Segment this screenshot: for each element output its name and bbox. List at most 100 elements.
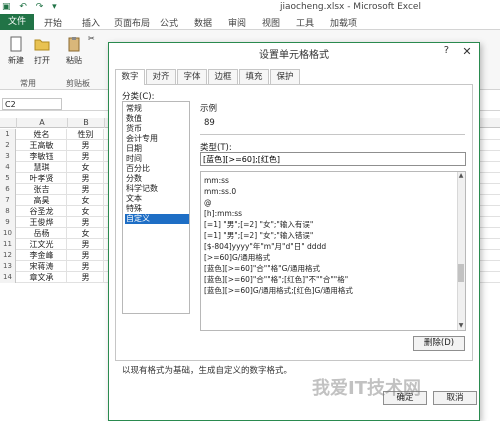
category-item[interactable]: 货币 <box>125 124 189 134</box>
row-number[interactable]: 13 <box>0 261 16 272</box>
cell-name[interactable]: 章文承 <box>17 272 67 283</box>
cell-name[interactable]: 叶孝贤 <box>17 173 67 184</box>
category-item[interactable]: 数值 <box>125 114 189 124</box>
category-item[interactable]: 文本 <box>125 194 189 204</box>
tab-file[interactable]: 文件 <box>0 14 34 30</box>
format-code-item[interactable]: [$-804]yyyy"年"m"月"d"日" dddd <box>204 241 326 252</box>
format-code-list[interactable]: mm:ss mm:ss.0 @ [h]:mm:ss [=1] "男";[=2] "女";… <box>200 171 466 331</box>
category-item[interactable]: 日期 <box>125 144 189 154</box>
cell-gender[interactable]: 女 <box>68 195 104 206</box>
row-number[interactable]: 11 <box>0 239 16 250</box>
type-input[interactable] <box>200 152 466 166</box>
format-list-scrollbar[interactable]: ▲ ▼ <box>457 172 465 330</box>
row-number[interactable]: 4 <box>0 162 16 173</box>
new-button[interactable]: 新建 <box>4 36 28 66</box>
category-item[interactable]: 科学记数 <box>125 184 189 194</box>
cut-icon[interactable]: ✂ <box>88 34 95 43</box>
cell-name[interactable]: 王高敏 <box>17 140 67 151</box>
category-item[interactable]: 特殊 <box>125 204 189 214</box>
cell-gender[interactable]: 男 <box>68 140 104 151</box>
help-button[interactable]: ? <box>444 45 449 56</box>
cell-name[interactable]: 江文光 <box>17 239 67 250</box>
tab-alignment[interactable]: 对齐 <box>146 69 176 84</box>
row-number[interactable]: 5 <box>0 173 16 184</box>
format-code-item[interactable]: [h]:mm:ss <box>204 208 242 219</box>
scroll-up-arrow-icon[interactable]: ▲ <box>457 172 465 180</box>
tab-font[interactable]: 字体 <box>177 69 207 84</box>
tab-page-layout[interactable]: 页面布局 <box>114 16 150 29</box>
tab-number[interactable]: 数字 <box>115 69 145 85</box>
select-all-corner[interactable] <box>0 118 17 128</box>
paste-button[interactable]: 粘贴 <box>62 36 86 66</box>
category-item[interactable]: 自定义 <box>125 214 189 224</box>
cell-gender[interactable]: 男 <box>68 272 104 283</box>
cell-gender[interactable]: 男 <box>68 261 104 272</box>
tab-view[interactable]: 视图 <box>262 16 280 29</box>
format-code-item[interactable]: mm:ss <box>204 175 229 186</box>
cell-gender[interactable]: 男 <box>68 151 104 162</box>
row-number[interactable]: 8 <box>0 206 16 217</box>
tab-insert[interactable]: 插入 <box>82 16 100 29</box>
category-item[interactable]: 时间 <box>125 154 189 164</box>
cell-name[interactable]: 谷圣龙 <box>17 206 67 217</box>
format-code-item[interactable]: @ <box>204 197 212 208</box>
format-code-item[interactable]: [蓝色][>=60]"合""格"G/通用格式 <box>204 263 320 274</box>
row-number[interactable]: 7 <box>0 195 16 206</box>
open-button[interactable]: 打开 <box>30 36 54 66</box>
cell-gender[interactable]: 女 <box>68 206 104 217</box>
cancel-button[interactable]: 取消 <box>433 391 477 405</box>
column-header-b[interactable]: B <box>68 118 105 128</box>
row-number[interactable]: 10 <box>0 228 16 239</box>
cell-gender[interactable]: 男 <box>68 173 104 184</box>
row-number[interactable]: 12 <box>0 250 16 261</box>
tab-review[interactable]: 审阅 <box>228 16 246 29</box>
format-code-item[interactable]: [=1] "男";[=2] "女";"输入有误" <box>204 219 313 230</box>
format-code-item[interactable]: mm:ss.0 <box>204 186 236 197</box>
tab-tools[interactable]: 工具 <box>296 16 314 29</box>
scroll-thumb[interactable] <box>458 264 464 282</box>
cell-gender[interactable]: 男 <box>68 239 104 250</box>
cell-gender[interactable]: 女 <box>68 162 104 173</box>
cell-gender[interactable]: 男 <box>68 250 104 261</box>
format-code-item[interactable]: [=1] "男";[=2] "女";"输入错误" <box>204 230 313 241</box>
scroll-down-arrow-icon[interactable]: ▼ <box>457 322 465 330</box>
cell-gender[interactable]: 性别 <box>68 129 104 140</box>
delete-button[interactable]: 删除(D) <box>413 336 465 351</box>
tab-data[interactable]: 数据 <box>194 16 212 29</box>
cell-name[interactable]: 岳杨 <box>17 228 67 239</box>
category-item[interactable]: 常规 <box>125 104 189 114</box>
format-code-item[interactable]: [蓝色][>=60]"合""格";[红色]"不""合""格" <box>204 274 348 285</box>
cell-name[interactable]: 李敏钰 <box>17 151 67 162</box>
row-number[interactable]: 3 <box>0 151 16 162</box>
cell-name[interactable]: 慧琪 <box>17 162 67 173</box>
category-item[interactable]: 会计专用 <box>125 134 189 144</box>
tab-home[interactable]: 开始 <box>44 16 62 29</box>
row-number[interactable]: 6 <box>0 184 16 195</box>
row-number[interactable]: 1 <box>0 129 16 140</box>
cell-name[interactable]: 高昊 <box>17 195 67 206</box>
cell-gender[interactable]: 男 <box>68 184 104 195</box>
close-button[interactable]: ✕ <box>459 45 475 58</box>
cell-name[interactable]: 李金峰 <box>17 250 67 261</box>
cell-gender[interactable]: 男 <box>68 217 104 228</box>
tab-protection[interactable]: 保护 <box>270 69 300 84</box>
row-number[interactable]: 2 <box>0 140 16 151</box>
name-box[interactable]: C2 <box>2 98 62 110</box>
tab-addins[interactable]: 加载项 <box>330 16 357 29</box>
tab-formulas[interactable]: 公式 <box>160 16 178 29</box>
category-item[interactable]: 分数 <box>125 174 189 184</box>
cell-name[interactable]: 姓名 <box>17 129 67 140</box>
cell-name[interactable]: 王俊烨 <box>17 217 67 228</box>
row-number[interactable]: 14 <box>0 272 16 283</box>
cell-name[interactable]: 张吉 <box>17 184 67 195</box>
cell-gender[interactable]: 女 <box>68 228 104 239</box>
tab-border[interactable]: 边框 <box>208 69 238 84</box>
column-header-a[interactable]: A <box>17 118 68 128</box>
category-list[interactable]: 常规 数值 货币 会计专用 日期 时间 百分比 分数 科学记数 文本 特殊 自定义 <box>122 101 190 314</box>
quick-access-toolbar[interactable]: ▣ ↶ ↷ ▾ <box>2 2 60 12</box>
row-number[interactable]: 9 <box>0 217 16 228</box>
format-code-item[interactable]: [>=60]G/通用格式 <box>204 252 270 263</box>
cell-name[interactable]: 宋蒋涛 <box>17 261 67 272</box>
category-item[interactable]: 百分比 <box>125 164 189 174</box>
tab-fill[interactable]: 填充 <box>239 69 269 84</box>
